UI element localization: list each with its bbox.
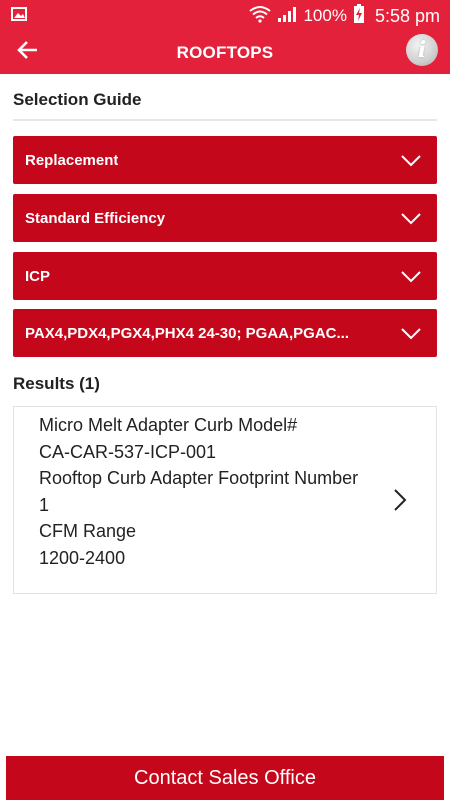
chevron-down-icon [401, 271, 421, 283]
dropdown-brand[interactable]: ICP [13, 252, 437, 300]
dropdown-model[interactable]: PAX4,PDX4,PGX4,PHX4 24-30; PGAA,PGAC... [13, 309, 437, 357]
result-line: 1200-2400 [39, 547, 126, 568]
dropdown-label: Replacement [25, 151, 119, 169]
wifi-icon [249, 5, 272, 28]
result-line: CFM Range [39, 521, 137, 542]
status-bar: 100% 5:58 pm [0, 0, 450, 32]
result-details: Micro Melt Adapter Curb Model# CA-CAR-53… [39, 412, 379, 572]
dropdown-efficiency[interactable]: Standard Efficiency [13, 194, 437, 242]
result-line: Micro Melt Adapter Curb Model# [39, 415, 298, 435]
status-right: 100% 5:58 pm [249, 3, 440, 29]
back-button[interactable] [12, 36, 44, 68]
result-item[interactable]: Micro Melt Adapter Curb Model# CA-CAR-53… [13, 406, 437, 594]
contact-sales-office-button[interactable]: Contact Sales Office [6, 756, 444, 800]
page-title: ROOFTOPS [176, 43, 274, 62]
dropdown-label: Standard Efficiency [25, 209, 166, 227]
chevron-down-icon [401, 213, 421, 225]
battery-charging-icon [353, 3, 365, 29]
info-icon: i [417, 37, 427, 63]
arrow-left-icon [16, 38, 40, 67]
status-left [10, 5, 28, 28]
chevron-right-icon [394, 489, 407, 511]
result-line: CA-CAR-537-ICP-001 [39, 441, 217, 462]
dropdown-label: ICP [25, 267, 51, 285]
info-button[interactable]: i [406, 34, 438, 66]
selection-guide-title: Selection Guide [13, 90, 142, 109]
app-bar: ROOFTOPS i [0, 32, 450, 74]
chevron-down-icon [401, 328, 421, 340]
results-title: Results (1) [13, 374, 100, 393]
dropdown-label: PAX4,PDX4,PGX4,PHX4 24-30; PGAA,PGAC... [25, 324, 350, 342]
divider [13, 119, 437, 121]
signal-icon [277, 5, 297, 28]
battery-percent: 100% [303, 6, 347, 25]
result-line: Rooftop Curb Adapter Footprint Number [39, 468, 359, 489]
clock: 5:58 pm [374, 5, 440, 26]
image-notification-icon [10, 5, 28, 28]
chevron-down-icon [401, 155, 421, 167]
result-line: 1 [39, 494, 50, 515]
dropdown-type[interactable]: Replacement [13, 136, 437, 184]
